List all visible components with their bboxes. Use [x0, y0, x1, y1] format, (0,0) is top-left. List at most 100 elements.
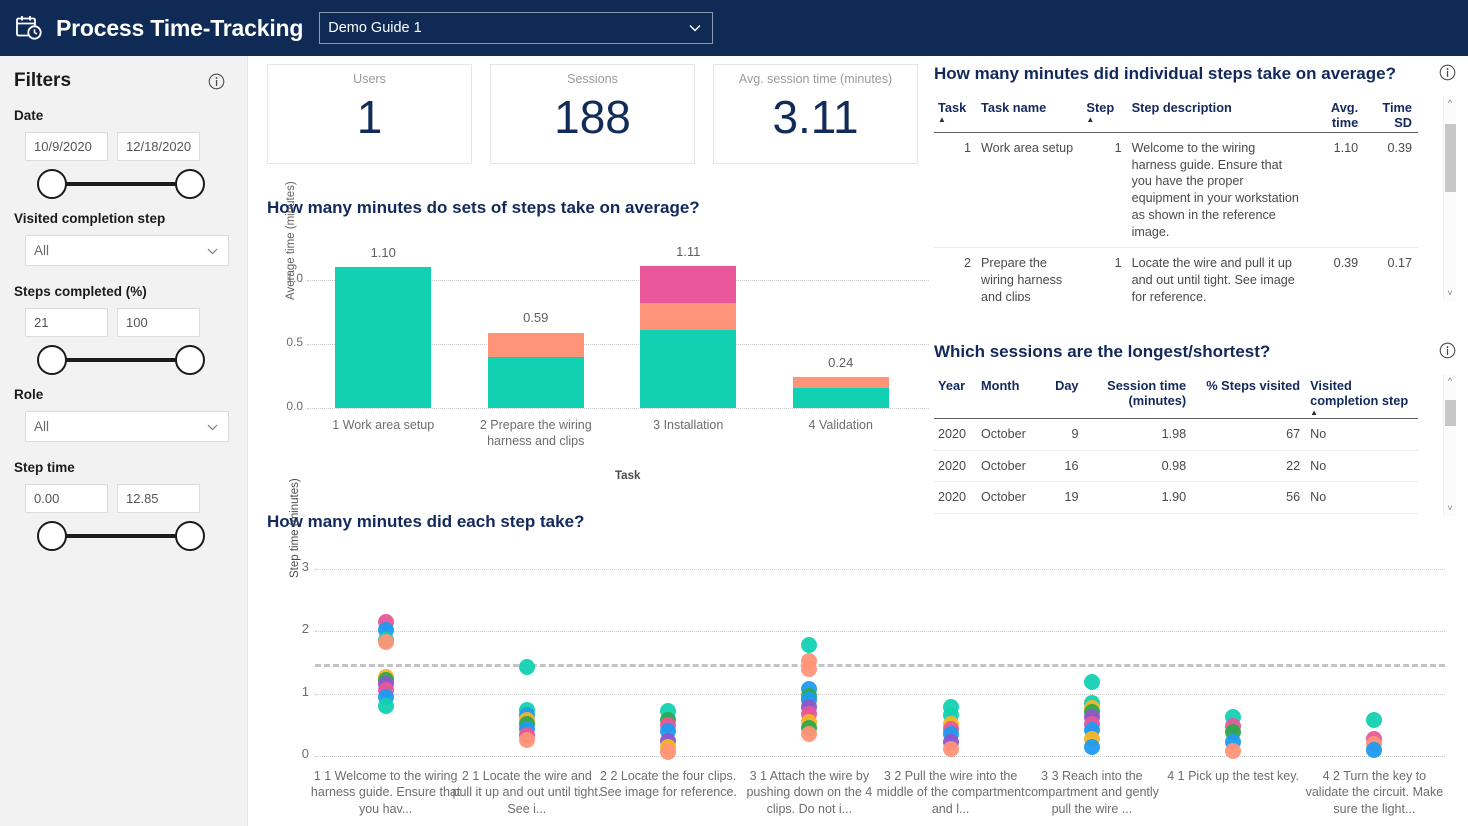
- bar-column[interactable]: [792, 377, 889, 408]
- role-dropdown[interactable]: All: [25, 411, 229, 442]
- table-row[interactable]: 1 Work area setup 1 Welcome to the wiring h…: [934, 132, 1418, 249]
- bar-segment[interactable]: [335, 267, 432, 408]
- table-row[interactable]: 2 Prepare the wiring harness and clips 1 Lo…: [934, 247, 1418, 301]
- sort-ascending-icon[interactable]: ▲: [1310, 409, 1412, 417]
- step-time-from-input[interactable]: 0.00: [25, 484, 108, 513]
- scatter-point[interactable]: [1083, 674, 1100, 691]
- table-row[interactable]: 2020 October 19 1.90 56 No: [934, 481, 1418, 515]
- scatter-gridline: [315, 568, 1445, 570]
- bar-segment[interactable]: [640, 303, 737, 330]
- sort-ascending-icon[interactable]: ▲: [938, 116, 971, 124]
- kpi-card-1[interactable]: Sessions 188: [490, 64, 695, 164]
- steps-completed-to-input[interactable]: 100: [117, 308, 200, 337]
- kpi-card-0[interactable]: Users 1: [267, 64, 472, 164]
- step-time-range-slider[interactable]: [23, 513, 219, 557]
- date-to-input[interactable]: 12/18/2020: [117, 132, 200, 161]
- cell-session-time: 1.98: [1084, 418, 1193, 451]
- scatter-point[interactable]: [377, 698, 394, 714]
- scatter-point[interactable]: [801, 660, 818, 677]
- date-from-input[interactable]: 10/9/2020: [25, 132, 108, 161]
- table-row[interactable]: 2020 October 9 1.98 67 No: [934, 418, 1418, 451]
- scrollbar-thumb[interactable]: [1445, 124, 1456, 192]
- bar-segment[interactable]: [487, 332, 584, 357]
- bar-column[interactable]: [335, 267, 432, 408]
- scatter-point[interactable]: [1083, 739, 1100, 756]
- scatter-point[interactable]: [942, 740, 959, 757]
- info-icon[interactable]: [208, 73, 225, 90]
- column-header[interactable]: Session time (minutes): [1085, 374, 1193, 419]
- guide-selector[interactable]: Demo Guide 1: [319, 12, 714, 44]
- table-header-row: Year Month Day Session time (minutes)% Step…: [934, 374, 1418, 419]
- column-header[interactable]: Day: [1042, 374, 1085, 419]
- scatter-point[interactable]: [1225, 743, 1242, 759]
- info-icon[interactable]: [1439, 64, 1456, 81]
- column-header[interactable]: Avg. time: [1308, 96, 1364, 133]
- scatter-category-label: 4 1 Pick up the test key.: [1167, 769, 1300, 783]
- bar-segment[interactable]: [792, 387, 889, 408]
- scatter-gridline: [315, 693, 1445, 695]
- cell-month: October: [977, 418, 1042, 451]
- date-range-slider[interactable]: [23, 161, 219, 205]
- table-row[interactable]: 2020October283.7378No: [934, 513, 1418, 516]
- step-time-to-input[interactable]: 12.85: [117, 484, 200, 513]
- cell-year: 2020: [934, 481, 978, 515]
- steps-completed-slider-handle-right[interactable]: [175, 345, 205, 375]
- cell-session-time: 1.90: [1084, 481, 1193, 515]
- scatter-y-tick-label: 2: [301, 621, 309, 636]
- cell-visited-completion-step: No: [1306, 481, 1418, 515]
- steps-table-scrollbar[interactable]: ^ ˅: [1443, 96, 1456, 301]
- date-slider-handle-left[interactable]: [37, 169, 67, 199]
- cell-pct-steps-visited: 56: [1192, 481, 1307, 515]
- column-header[interactable]: Year: [934, 374, 977, 419]
- column-header[interactable]: Task ▲: [934, 96, 977, 133]
- steps-completed-from-input[interactable]: 21: [25, 308, 108, 337]
- kpi-card-2[interactable]: Avg. session time (minutes) 3.11: [713, 64, 918, 164]
- scroll-up-icon[interactable]: ^: [1448, 377, 1452, 386]
- scrollbar-thumb[interactable]: [1445, 400, 1456, 426]
- scroll-down-icon[interactable]: ˅: [1447, 289, 1452, 298]
- column-header[interactable]: % Steps visited: [1192, 374, 1306, 419]
- scatter-point[interactable]: [377, 634, 394, 651]
- visited-completion-step-dropdown[interactable]: All: [25, 235, 229, 266]
- sort-ascending-icon[interactable]: ▲: [1086, 116, 1121, 124]
- steps-table-scroll-region: Task ▲ Task name Step ▲ Step description Avg. …: [934, 96, 1456, 301]
- scatter-point[interactable]: [801, 636, 818, 653]
- bar-column[interactable]: [487, 332, 584, 408]
- steps-completed-slider-handle-left[interactable]: [37, 345, 67, 375]
- kpi-label: Users: [353, 72, 386, 86]
- cell-day: 19: [1041, 481, 1085, 515]
- scatter-point[interactable]: [1366, 711, 1383, 728]
- sessions-table-body: 2020 October 9 1.98 67 No 2020 October 16 0.98 22 N…: [934, 418, 1418, 516]
- scatter-point[interactable]: [801, 726, 818, 743]
- cell-time-sd: 0.39: [1364, 132, 1418, 249]
- scatter-y-tick-label: 0: [301, 746, 309, 761]
- bar-segment[interactable]: [792, 377, 889, 388]
- column-header[interactable]: Step description: [1128, 96, 1309, 133]
- column-header[interactable]: Step ▲: [1082, 96, 1127, 133]
- bar-segment[interactable]: [640, 329, 737, 408]
- column-header[interactable]: Month: [977, 374, 1042, 419]
- step-time-slider-handle-right[interactable]: [175, 521, 205, 551]
- scroll-down-icon[interactable]: ˅: [1447, 504, 1452, 513]
- info-icon[interactable]: [1439, 342, 1456, 359]
- scatter-point[interactable]: [518, 732, 535, 749]
- scatter-gridline: [315, 631, 1445, 632]
- bar-column[interactable]: [640, 265, 737, 408]
- scroll-up-icon[interactable]: ^: [1448, 99, 1452, 108]
- scatter-point[interactable]: [518, 659, 535, 676]
- cell-day: 9: [1041, 418, 1085, 451]
- bar-segment[interactable]: [640, 265, 737, 304]
- column-header[interactable]: Time SD: [1364, 96, 1418, 133]
- cell-step-description: Locate the wire and pull it up and out u…: [1127, 247, 1309, 301]
- step-time-slider-handle-left[interactable]: [37, 521, 67, 551]
- column-header[interactable]: Visited completion step ▲: [1306, 374, 1418, 419]
- scatter-point[interactable]: [660, 743, 677, 760]
- avg-set-time-chart-title: How many minutes do sets of steps take o…: [267, 198, 700, 217]
- bar-segment[interactable]: [487, 356, 584, 408]
- date-slider-handle-right[interactable]: [175, 169, 205, 199]
- table-row[interactable]: 2020 October 16 0.98 22 No: [934, 450, 1418, 483]
- steps-completed-range-slider[interactable]: [23, 337, 219, 381]
- sessions-table-scrollbar[interactable]: ^ ˅: [1443, 374, 1456, 516]
- app-header: Process Time-Tracking Demo Guide 1: [0, 0, 1468, 56]
- column-header[interactable]: Task name: [977, 96, 1082, 133]
